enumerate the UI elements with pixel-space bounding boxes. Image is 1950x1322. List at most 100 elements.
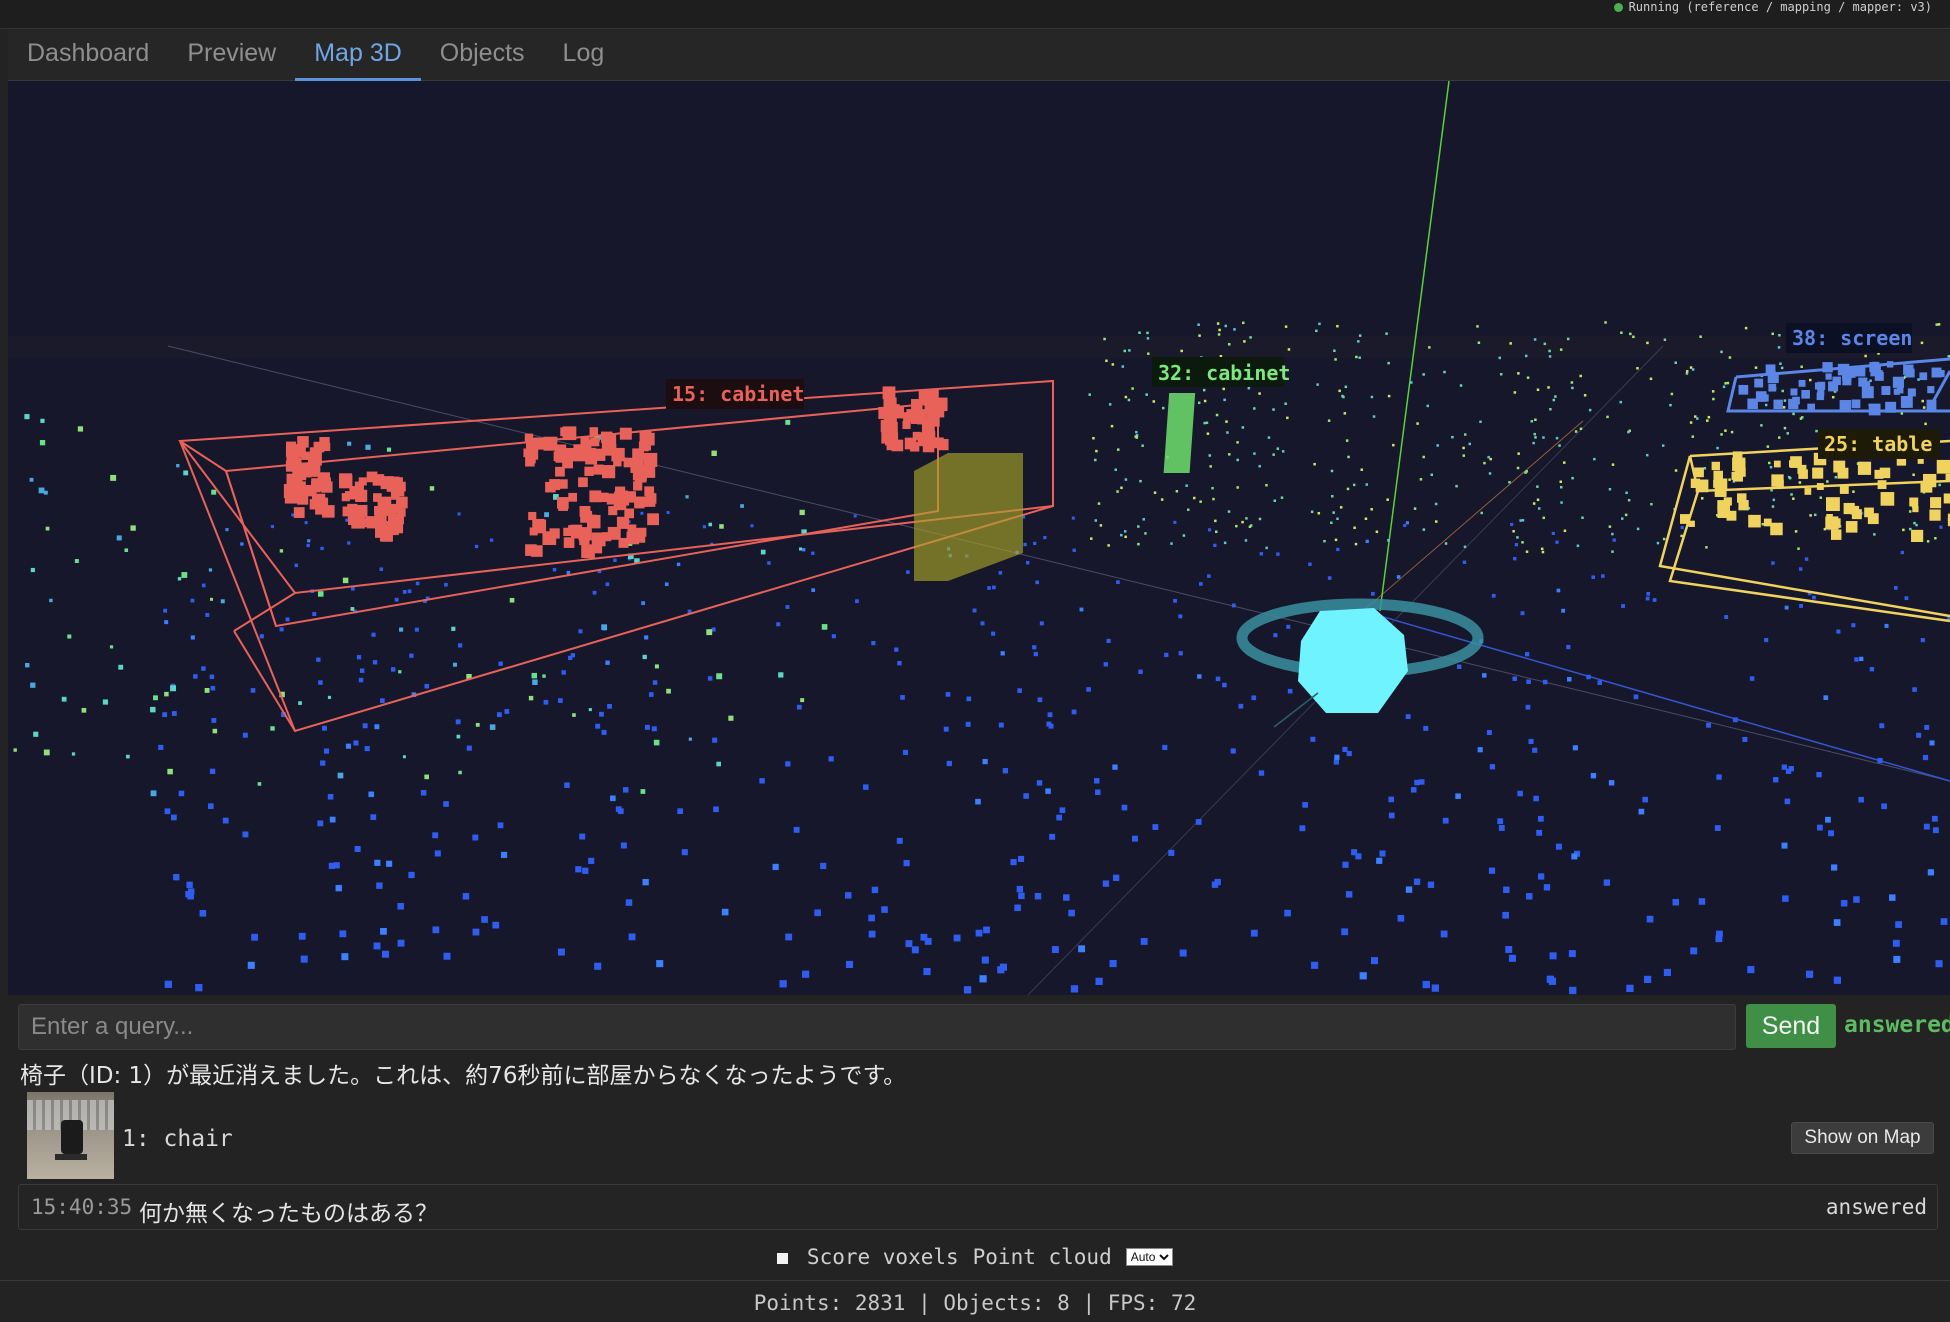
- point: [1423, 725, 1429, 731]
- point: [45, 526, 50, 531]
- tab-log[interactable]: Log: [544, 30, 624, 78]
- point: [526, 453, 536, 464]
- point: [1372, 415, 1376, 418]
- score-voxels-checkbox[interactable]: [777, 1253, 789, 1264]
- point: [716, 673, 723, 680]
- point: [211, 717, 217, 723]
- history-item[interactable]: 15:40:35 何か無くなったものはある？ answered: [18, 1184, 1938, 1230]
- point: [1885, 401, 1897, 413]
- point: [634, 498, 645, 509]
- point: [1934, 537, 1937, 540]
- point: [568, 492, 578, 502]
- point: [1236, 486, 1239, 489]
- point: [1135, 430, 1138, 434]
- point: [300, 955, 308, 963]
- map-3d-canvas[interactable]: 15: cabinet 32: cabinet 38: screen 25: t…: [8, 81, 1950, 995]
- point: [1147, 352, 1150, 355]
- point: [1669, 403, 1672, 407]
- point: [1555, 540, 1559, 544]
- point: [1901, 401, 1909, 408]
- point: [1645, 596, 1650, 601]
- tab-preview[interactable]: Preview: [168, 30, 295, 78]
- point: [1099, 524, 1103, 527]
- point: [386, 447, 392, 452]
- point: [293, 507, 305, 518]
- point: [209, 768, 216, 775]
- point-cloud-select[interactable]: Auto: [1125, 1248, 1173, 1266]
- tab-map-3d[interactable]: Map 3D: [295, 30, 421, 81]
- point: [1116, 580, 1120, 584]
- point: [975, 929, 983, 937]
- point: [1874, 371, 1884, 381]
- point: [1777, 436, 1781, 439]
- point: [1530, 420, 1534, 423]
- point: [350, 607, 355, 611]
- point: [871, 886, 879, 894]
- point: [210, 597, 214, 601]
- point: [1763, 518, 1772, 527]
- point: [1542, 679, 1548, 685]
- point: [1724, 429, 1727, 432]
- point: [1566, 337, 1570, 341]
- point: [1674, 469, 1678, 472]
- point: [1935, 323, 1938, 326]
- point: [1627, 498, 1631, 502]
- point: [320, 760, 326, 766]
- point: [250, 688, 256, 693]
- point: [656, 960, 664, 968]
- point: [259, 634, 264, 639]
- point: [1738, 500, 1749, 511]
- point: [544, 512, 550, 518]
- point: [1940, 918, 1948, 925]
- point: [429, 486, 435, 491]
- point: [1524, 354, 1528, 358]
- point: [1815, 429, 1818, 433]
- point: [1225, 420, 1228, 423]
- send-button[interactable]: Send: [1746, 1004, 1836, 1048]
- point: [1258, 770, 1265, 776]
- point: [1422, 455, 1425, 459]
- point: [1663, 338, 1667, 342]
- point: [1917, 378, 1920, 381]
- point: [1732, 457, 1746, 471]
- point: [1900, 412, 1904, 415]
- point: [1626, 984, 1634, 993]
- point: [1532, 747, 1538, 753]
- point: [1532, 441, 1535, 445]
- point: [1768, 461, 1771, 465]
- point: [1336, 324, 1339, 328]
- point: [1816, 483, 1824, 490]
- point: [359, 668, 365, 673]
- point: [1222, 682, 1227, 688]
- point: [1812, 595, 1816, 600]
- point: [1536, 388, 1540, 392]
- label-screen-38: 38: screen: [1786, 323, 1912, 353]
- query-input[interactable]: [18, 1004, 1736, 1050]
- point: [882, 386, 896, 400]
- score-voxels-toggle[interactable]: Score voxels: [777, 1245, 959, 1269]
- point: [496, 712, 502, 718]
- point: [578, 477, 588, 488]
- chair-thumbnail[interactable]: [27, 1092, 114, 1179]
- point: [351, 515, 365, 529]
- point: [297, 436, 309, 448]
- point: [1138, 331, 1141, 334]
- point: [1342, 861, 1349, 868]
- map-3d-viewport[interactable]: 15: cabinet 32: cabinet 38: screen 25: t…: [8, 81, 1950, 995]
- point: [617, 808, 624, 815]
- point: [1790, 493, 1793, 496]
- point: [432, 926, 440, 934]
- show-on-map-button[interactable]: Show on Map: [1791, 1122, 1934, 1154]
- tab-dashboard[interactable]: Dashboard: [8, 30, 168, 78]
- point: [855, 599, 859, 604]
- point: [1198, 334, 1201, 337]
- point: [713, 806, 719, 813]
- tab-objects[interactable]: Objects: [421, 30, 544, 78]
- point: [1924, 724, 1930, 730]
- point: [845, 960, 854, 968]
- point: [1330, 469, 1334, 473]
- point: [1215, 676, 1221, 682]
- point: [1656, 541, 1660, 545]
- point: [719, 524, 724, 529]
- point: [1508, 480, 1511, 484]
